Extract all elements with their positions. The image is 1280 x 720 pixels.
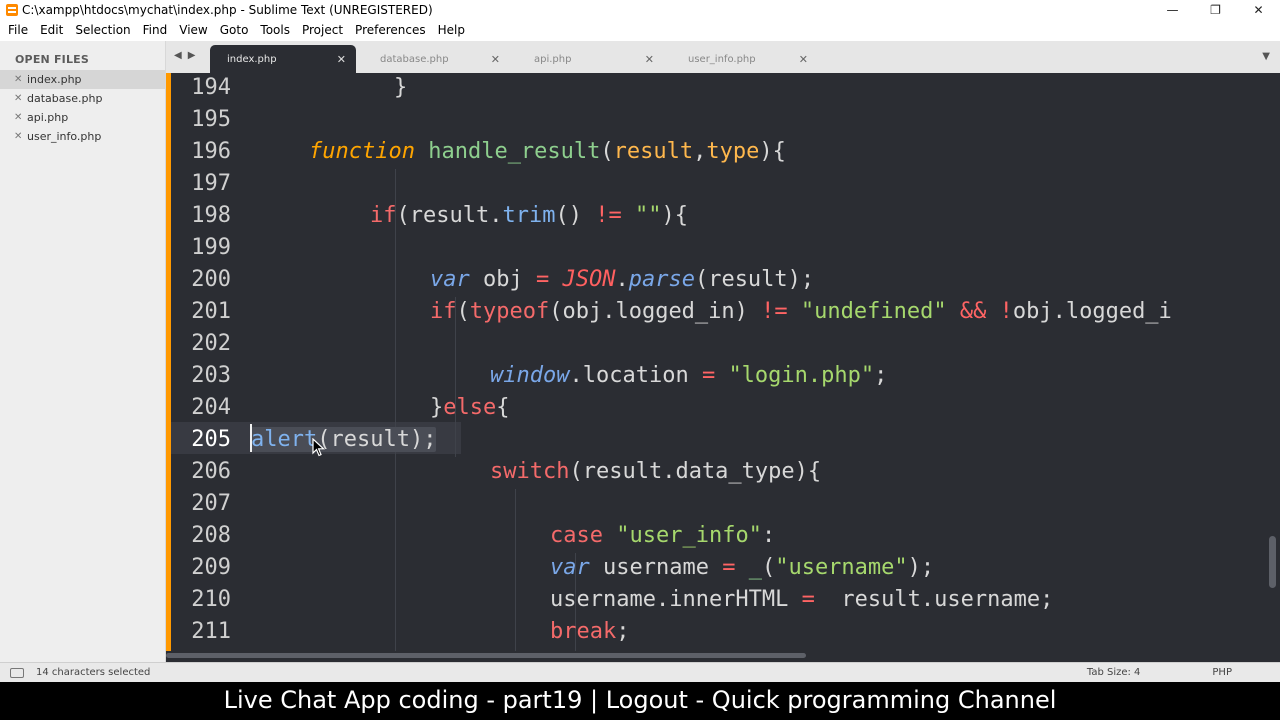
sidebar-file-index[interactable]: ✕ index.php <box>0 70 165 89</box>
line-number: 204 <box>191 395 231 420</box>
code-line-201: if(typeof(obj.logged_in) != "undefined" … <box>430 299 1172 324</box>
line-number: 202 <box>191 331 231 356</box>
open-files-header: OPEN FILES <box>15 53 90 66</box>
line-number: 210 <box>191 587 231 612</box>
title-bar: C:\xampp\htdocs\mychat\index.php - Subli… <box>0 0 1280 20</box>
tab-scroll-arrows: ◀ ▶ <box>174 50 195 61</box>
line-number-gutter: 194 195 196 197 198 199 200 201 202 203 … <box>171 73 251 651</box>
tab-index[interactable]: index.php ✕ <box>210 45 356 73</box>
menu-tools[interactable]: Tools <box>254 20 296 41</box>
tab-label: index.php <box>227 53 277 65</box>
vertical-scrollbar[interactable] <box>1265 73 1280 651</box>
sidebar-file-user-info[interactable]: ✕ user_info.php <box>0 127 165 146</box>
close-window-button[interactable]: ✕ <box>1237 0 1280 20</box>
menu-selection[interactable]: Selection <box>69 20 136 41</box>
window-controls: — ❐ ✕ <box>1151 0 1280 20</box>
menu-goto[interactable]: Goto <box>214 20 255 41</box>
line-number: 196 <box>191 139 231 164</box>
line-number: 199 <box>191 235 231 260</box>
sidebar-file-api[interactable]: ✕ api.php <box>0 108 165 127</box>
text-caret <box>250 424 252 452</box>
code-line-206: switch(result.data_type){ <box>490 459 822 484</box>
horizontal-scrollbar-thumb[interactable] <box>166 653 806 658</box>
line-number: 200 <box>191 267 231 292</box>
menu-find[interactable]: Find <box>137 20 174 41</box>
menu-file[interactable]: File <box>2 20 34 41</box>
menu-edit[interactable]: Edit <box>34 20 69 41</box>
vertical-scrollbar-thumb[interactable] <box>1269 536 1276 588</box>
close-icon[interactable]: ✕ <box>491 53 500 66</box>
code-line-198: if(result.trim() != ""){ <box>370 203 688 228</box>
line-number-current: 205 <box>191 427 231 452</box>
tab-size-indicator[interactable]: Tab Size: 4 <box>1087 667 1141 678</box>
tab-label: database.php <box>380 53 449 65</box>
tab-user-info[interactable]: user_info.php ✕ <box>672 45 818 73</box>
code-line-209: var username = _("username"); <box>550 555 935 580</box>
sidebar-file-label: api.php <box>27 111 69 124</box>
selection-status: 14 characters selected <box>36 667 151 678</box>
line-number: 211 <box>191 619 231 644</box>
tab-label: api.php <box>534 53 572 65</box>
sidebar-file-database[interactable]: ✕ database.php <box>0 89 165 108</box>
chevron-right-icon[interactable]: ▶ <box>188 50 196 61</box>
code-line-204: }else{ <box>430 395 510 420</box>
menu-help[interactable]: Help <box>432 20 471 41</box>
video-caption: Live Chat App coding - part19 | Logout -… <box>0 682 1280 720</box>
code-area[interactable]: } function handle_result(result,type){ i… <box>251 73 1261 651</box>
close-icon[interactable]: ✕ <box>14 112 27 123</box>
code-line-196: function handle_result(result,type){ <box>309 139 786 164</box>
sidebar-file-label: user_info.php <box>27 130 102 143</box>
menu-project[interactable]: Project <box>296 20 349 41</box>
sidebar-file-label: database.php <box>27 92 103 105</box>
close-icon[interactable]: ✕ <box>14 93 27 104</box>
menu-bar: File Edit Selection Find View Goto Tools… <box>0 20 1280 41</box>
code-editor[interactable]: 194 195 196 197 198 199 200 201 202 203 … <box>166 73 1280 651</box>
sidebar-file-label: index.php <box>27 73 82 86</box>
code-line-203: window.location = "login.php"; <box>490 363 888 388</box>
code-line-208: case "user_info": <box>550 523 776 548</box>
menu-view[interactable]: View <box>173 20 213 41</box>
menu-preferences[interactable]: Preferences <box>349 20 432 41</box>
minimize-button[interactable]: — <box>1151 0 1194 20</box>
indent-guide <box>515 489 516 651</box>
status-right: Tab Size: 4 PHP <box>1087 667 1232 678</box>
close-icon[interactable]: ✕ <box>14 131 27 142</box>
code-line-205-selected: alert(result); <box>251 427 437 452</box>
tab-database[interactable]: database.php ✕ <box>364 45 510 73</box>
indent-guide <box>395 169 396 651</box>
line-number: 195 <box>191 107 231 132</box>
chevron-down-icon[interactable]: ▼ <box>1262 51 1270 62</box>
code-line-211: break; <box>550 619 630 644</box>
line-number: 197 <box>191 171 231 196</box>
close-icon[interactable]: ✕ <box>645 53 654 66</box>
syntax-indicator[interactable]: PHP <box>1212 667 1232 678</box>
line-number: 209 <box>191 555 231 580</box>
line-number: 208 <box>191 523 231 548</box>
close-icon[interactable]: ✕ <box>799 53 808 66</box>
line-number: 206 <box>191 459 231 484</box>
tab-api[interactable]: api.php ✕ <box>518 45 664 73</box>
line-number: 203 <box>191 363 231 388</box>
chevron-left-icon[interactable]: ◀ <box>174 50 182 61</box>
line-number: 194 <box>191 75 231 100</box>
code-line-194: } <box>394 75 408 100</box>
sidebar: OPEN FILES ✕ index.php ✕ database.php ✕ … <box>0 41 166 662</box>
status-bar: 14 characters selected Tab Size: 4 PHP <box>0 662 1280 682</box>
restore-button[interactable]: ❐ <box>1194 0 1237 20</box>
window-title: C:\xampp\htdocs\mychat\index.php - Subli… <box>22 3 433 17</box>
panel-toggle-icon[interactable] <box>10 667 24 678</box>
open-files-list: ✕ index.php ✕ database.php ✕ api.php ✕ u… <box>0 70 165 146</box>
mouse-pointer-icon <box>312 438 326 457</box>
tab-label: user_info.php <box>688 53 756 65</box>
sublime-app-icon <box>6 4 18 16</box>
line-number: 198 <box>191 203 231 228</box>
code-line-200: var obj = JSON.parse(result); <box>430 267 815 292</box>
horizontal-scrollbar[interactable] <box>166 651 1280 662</box>
line-number: 207 <box>191 491 231 516</box>
line-number: 201 <box>191 299 231 324</box>
close-icon[interactable]: ✕ <box>337 53 346 66</box>
close-icon[interactable]: ✕ <box>14 74 27 85</box>
code-line-210: username.innerHTML = result.username; <box>550 587 1054 612</box>
tab-bar: ◀ ▶ index.php ✕ database.php ✕ api.php ✕… <box>166 41 1280 73</box>
